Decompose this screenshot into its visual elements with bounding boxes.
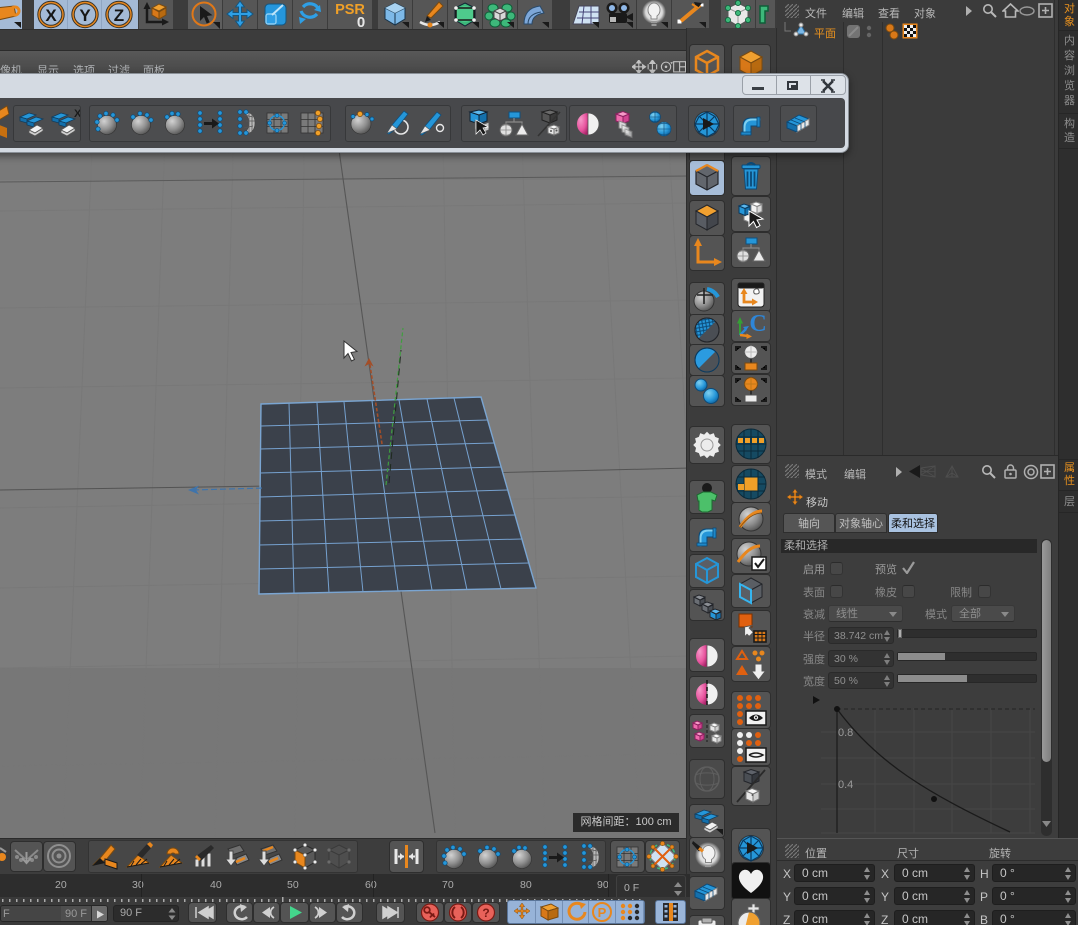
svg-text:0.8: 0.8 xyxy=(838,727,853,739)
svg-text:Z: Z xyxy=(114,6,124,25)
svg-text:Y: Y xyxy=(79,6,91,25)
svg-text:X: X xyxy=(45,6,57,25)
svg-text:?: ? xyxy=(482,906,489,920)
svg-text:P: P xyxy=(598,905,607,920)
svg-text:C: C xyxy=(749,311,766,337)
svg-text:X: X xyxy=(74,108,80,120)
svg-text:0: 0 xyxy=(357,14,365,29)
svg-text:0.4: 0.4 xyxy=(838,779,853,791)
